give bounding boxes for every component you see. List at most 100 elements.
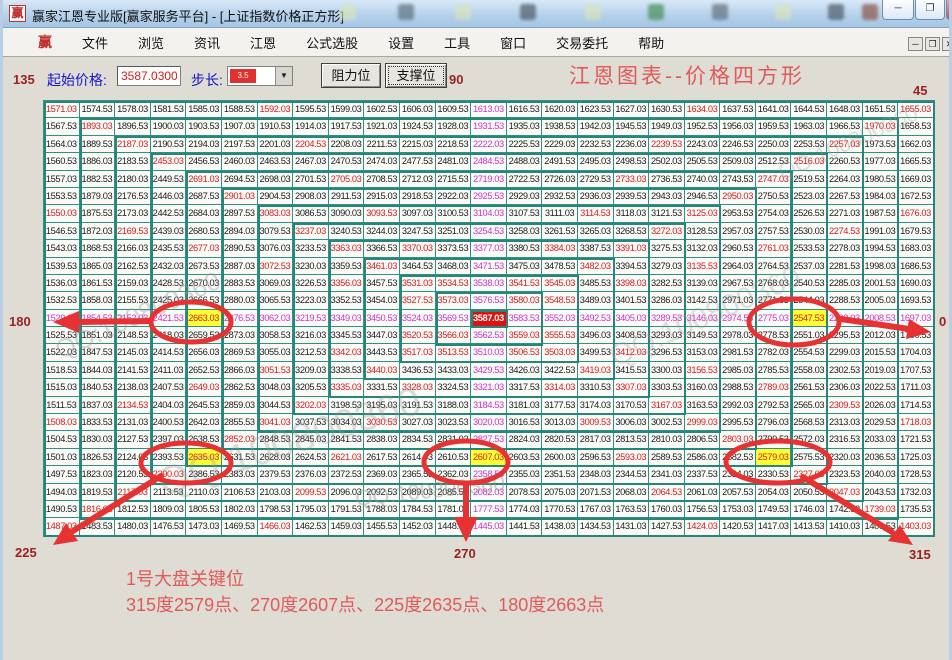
step-combobox[interactable]: 3.5 ▼: [227, 66, 293, 86]
grid-cell: 3247.53: [400, 223, 436, 240]
grid-cell: 2775.03: [756, 310, 792, 327]
menu-item-4[interactable]: 江恩: [250, 33, 276, 52]
grid-cell: 2719.03: [471, 171, 507, 188]
menu-item-1[interactable]: 文件: [82, 33, 108, 52]
grid-cell: 3580.03: [507, 292, 543, 309]
grid-cell: 2533.53: [791, 240, 827, 257]
support-button[interactable]: 支撑位: [385, 63, 447, 88]
taskbar-blur-decoration: [585, 4, 601, 20]
grid-cell: 1725.03: [898, 449, 934, 466]
grid-cell: 2530.03: [791, 223, 827, 240]
grid-cell: 2250.03: [756, 136, 792, 153]
grid-cell: 1847.53: [80, 344, 116, 361]
grid-cell: 2960.53: [720, 240, 756, 257]
resistance-button[interactable]: 阻力位: [321, 63, 381, 88]
grid-cell: 2645.53: [186, 397, 222, 414]
grid-cell: 3440.03: [364, 362, 400, 379]
grid-cell: 2470.53: [329, 153, 365, 170]
grid-cell: 1809.03: [151, 501, 187, 518]
grid-cell: 3370.03: [400, 240, 436, 257]
grid-cell: 1718.03: [898, 414, 934, 431]
grid-cell: 1518.53: [44, 362, 80, 379]
grid-cell: 2281.53: [827, 258, 863, 275]
grid-cell: 3569.53: [436, 310, 472, 327]
grid-cell: 3401.53: [614, 292, 650, 309]
grid-cell: 1525.53: [44, 327, 80, 344]
grid-cell: 3107.53: [507, 205, 543, 222]
grid-cell: 2761.03: [756, 240, 792, 257]
grid-cell: 1473.03: [186, 518, 222, 535]
grid-cell: 2495.03: [578, 153, 614, 170]
grid-cell: 2624.53: [293, 449, 329, 466]
grid-cell: 3454.03: [364, 292, 400, 309]
grid-cell: 2166.03: [115, 240, 151, 257]
menu-item-3[interactable]: 资讯: [194, 33, 220, 52]
grid-cell: 3433.03: [436, 362, 472, 379]
grid-cell: 2544.03: [791, 292, 827, 309]
grid-cell: 2309.53: [827, 397, 863, 414]
grid-cell: 2691.03: [186, 171, 222, 188]
grid-cell: 2225.53: [507, 136, 543, 153]
menu-item-8[interactable]: 窗口: [500, 33, 526, 52]
grid-cell: 3293.03: [649, 327, 685, 344]
grid-cell: 1669.03: [898, 171, 934, 188]
grid-cell: 3464.53: [400, 258, 436, 275]
taskbar-blur-decoration: [520, 4, 536, 20]
grid-cell: 2365.53: [400, 466, 436, 483]
start-price-input[interactable]: [117, 66, 181, 86]
grid-cell: 3090.03: [329, 205, 365, 222]
menu-item-7[interactable]: 工具: [444, 33, 470, 52]
grid-cell: 2299.03: [827, 344, 863, 361]
grid-cell: 1494.03: [44, 484, 80, 501]
grid-cell: 2428.53: [151, 275, 187, 292]
grid-cell: 2005.03: [863, 292, 899, 309]
grid-cell: 1707.53: [898, 362, 934, 379]
grid-cell: 2729.53: [578, 171, 614, 188]
grid-cell: 3338.53: [329, 362, 365, 379]
close-button[interactable]: [946, 0, 952, 20]
grid-cell: 3531.03: [400, 275, 436, 292]
grid-cell: 1543.03: [44, 240, 80, 257]
grid-cell: 2929.03: [507, 188, 543, 205]
menu-item-9[interactable]: 交易委托: [556, 33, 608, 52]
mdi-close-button[interactable]: ✕: [942, 37, 952, 51]
degree-label-225: 225: [15, 545, 37, 560]
grid-cell: 1704.03: [898, 344, 934, 361]
grid-cell: 3142.53: [685, 292, 721, 309]
grid-cell: 2932.53: [542, 188, 578, 205]
chevron-down-icon[interactable]: ▼: [275, 67, 292, 85]
grid-cell: 2785.53: [756, 362, 792, 379]
menu-item-2[interactable]: 浏览: [138, 33, 164, 52]
grid-cell: 1921.03: [364, 118, 400, 135]
mdi-restore-button[interactable]: ❐: [925, 37, 940, 51]
grid-cell: 2078.53: [507, 484, 543, 501]
chart-title: 江恩图表--价格四方形: [569, 60, 805, 90]
grid-cell: 3391.03: [614, 240, 650, 257]
menu-item-6[interactable]: 设置: [388, 33, 414, 52]
grid-cell: 3051.53: [258, 362, 294, 379]
grid-cell: 2477.53: [400, 153, 436, 170]
grid-cell: 2701.53: [293, 171, 329, 188]
menu-item-5[interactable]: 公式选股: [306, 33, 358, 52]
grid-cell: 2148.53: [115, 327, 151, 344]
minimize-button[interactable]: ─: [882, 0, 914, 20]
grid-cell: 3475.03: [507, 258, 543, 275]
grid-cell: 3363.03: [329, 240, 365, 257]
grid-cell: 3037.53: [293, 414, 329, 431]
grid-cell: 2026.03: [863, 397, 899, 414]
grid-cell: 2271.03: [827, 205, 863, 222]
grid-cell: 1476.53: [151, 518, 187, 535]
grid-cell: 2460.03: [222, 153, 258, 170]
menu-item-10[interactable]: 帮助: [638, 33, 664, 52]
maximize-button[interactable]: ❐: [915, 0, 945, 20]
grid-cell: 3387.53: [578, 240, 614, 257]
mdi-minimize-button[interactable]: ─: [908, 37, 923, 51]
title-bar[interactable]: 赢 赢家江恩专业版[赢家服务平台] - [上证指数价格正方形] ─ ❐: [0, 0, 952, 28]
grid-cell: 2327.03: [791, 466, 827, 483]
grid-cell: 1826.53: [80, 449, 116, 466]
grid-cell: 3482.03: [578, 258, 614, 275]
grid-cell: 3471.53: [471, 258, 507, 275]
grid-cell: 3426.03: [507, 362, 543, 379]
grid-cell: 1896.53: [115, 118, 151, 135]
grid-cell: 2432.03: [151, 258, 187, 275]
